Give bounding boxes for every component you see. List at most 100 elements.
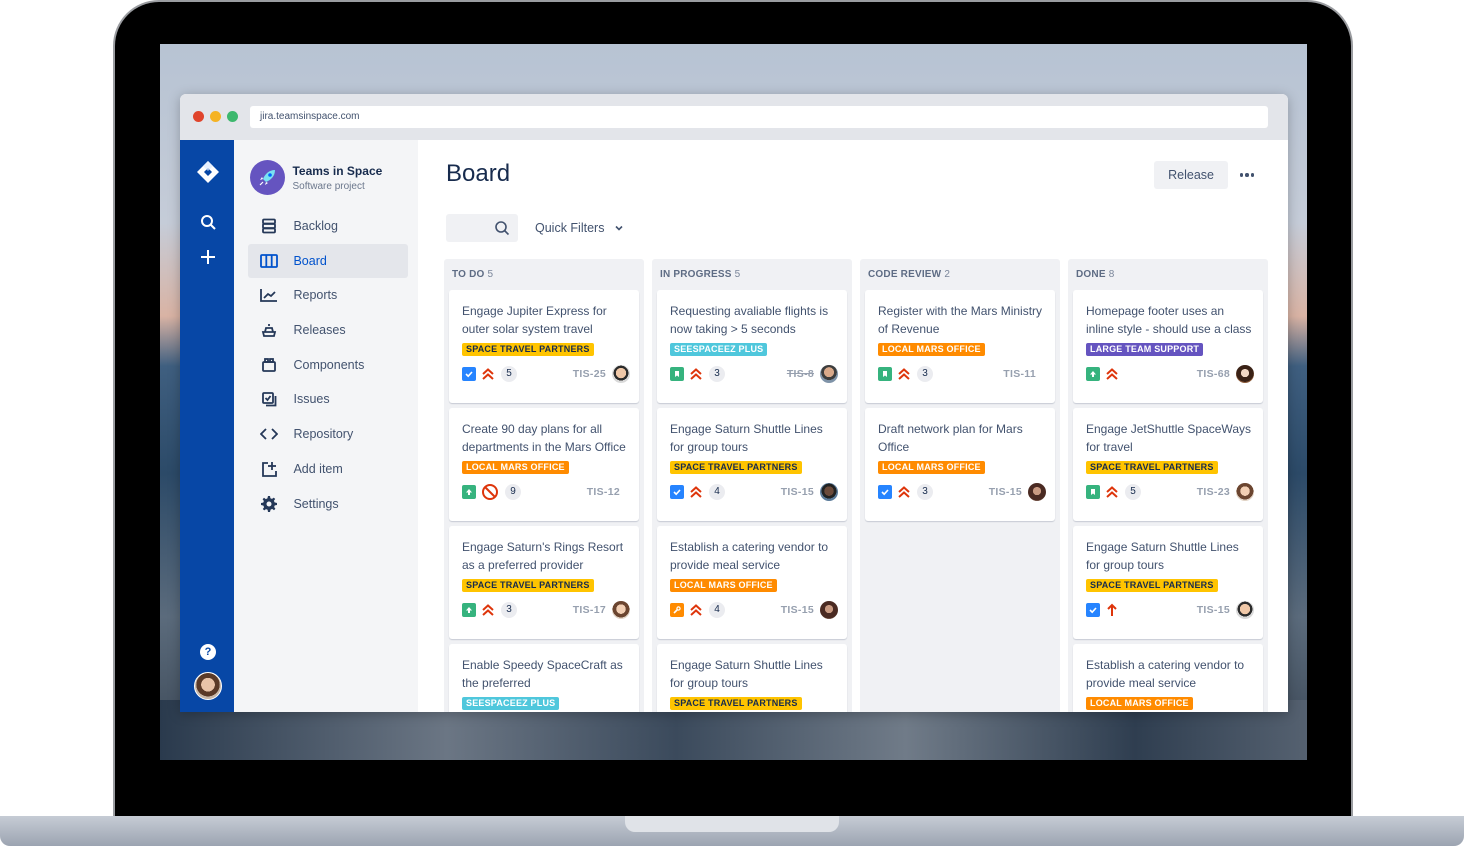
release-button[interactable]: Release [1154,161,1228,189]
issue-card[interactable]: Establish a catering vendor to provide m… [1073,644,1263,712]
project-header[interactable]: Teams in Space Software project [250,160,408,195]
card-footer: 4 TIS-15 [670,483,838,501]
priority-highest-icon [898,368,910,380]
assignee-avatar[interactable] [1236,365,1254,383]
board-main: Board Release Quick Filters TO DO 5 Enga… [418,140,1288,712]
board-column-code-review: CODE REVIEW 2 Register with the Mars Min… [860,259,1060,712]
card-footer: TIS-15 [1086,601,1254,619]
improvement-icon [462,603,476,617]
issue-key[interactable]: TIS-15 [781,604,814,616]
assignee-avatar[interactable] [612,365,630,383]
sidebar-item-board[interactable]: Board [248,243,408,278]
issue-card[interactable]: Engage Saturn Shuttle Lines for group to… [657,408,847,521]
sidebar-item-issues[interactable]: Issues [248,382,408,416]
project-sidebar: Teams in Space Software project Backlog … [234,140,418,712]
card-title: Requesting avaliable flights is now taki… [670,304,829,336]
issue-key[interactable]: TIS-68 [1197,368,1230,380]
story-icon [670,367,684,381]
issue-card[interactable]: Requesting avaliable flights is now taki… [657,290,847,403]
sidebar-item-add-item[interactable]: Add item [248,452,408,486]
jira-app: ? Teams in Space Software project Backlo… [180,140,1288,712]
priority-blocker-icon [482,484,498,500]
issue-key[interactable]: TIS-15 [989,486,1022,498]
priority-highest-icon [690,604,702,616]
issue-card[interactable]: Engage Saturn Shuttle Lines for group to… [1073,526,1263,639]
issue-card[interactable]: Engage Saturn's Rings Resort as a prefer… [449,526,639,639]
board-column-to-do: TO DO 5 Engage Jupiter Express for outer… [444,259,644,712]
card-footer: TIS-68 [1086,365,1254,383]
issue-key[interactable]: TIS-15 [781,486,814,498]
assignee-avatar[interactable] [820,483,838,501]
help-icon[interactable]: ? [200,644,216,660]
search-icon[interactable] [494,220,510,236]
assignee-avatar[interactable] [820,365,838,383]
issue-card[interactable]: Engage Jupiter Express for outer solar s… [449,290,639,403]
sidebar-item-components[interactable]: Components [248,348,408,382]
issue-key[interactable]: TIS-8 [787,368,814,380]
issue-card[interactable]: Enable Speedy SpaceCraft as the preferre… [449,644,639,712]
column-header: CODE REVIEW 2 [865,259,1055,290]
epic-label: SPACE TRAVEL PARTNERS [1086,461,1218,474]
column-title: CODE REVIEW [868,269,942,280]
quick-filters-label: Quick Filters [535,221,605,235]
issue-card[interactable]: Register with the Mars Ministry of Reven… [865,290,1055,403]
column-header: TO DO 5 [449,259,639,290]
board-icon [260,252,279,270]
quick-filters-dropdown[interactable]: Quick Filters [535,221,624,235]
priority-highest-icon [482,604,494,616]
more-icon[interactable] [1236,164,1258,186]
sidebar-item-backlog[interactable]: Backlog [248,209,408,243]
issue-card[interactable]: Draft network plan for Mars Office LOCAL… [865,408,1055,521]
assignee-avatar[interactable] [820,601,838,619]
wrench-icon [670,603,684,617]
story-points-badge: 4 [709,484,725,500]
assignee-avatar[interactable] [1236,601,1254,619]
story-points-badge: 4 [709,602,725,618]
maximize-window-button[interactable] [227,111,238,122]
plus-icon[interactable] [198,247,218,267]
search-icon[interactable] [198,212,218,232]
sidebar-item-releases[interactable]: Releases [248,313,408,347]
card-title: Establish a catering vendor to provide m… [1086,658,1245,690]
sidebar-item-reports[interactable]: Reports [248,278,408,312]
sidebar-item-settings[interactable]: Settings [248,487,408,521]
issue-card[interactable]: Engage Saturn Shuttle Lines for group to… [657,644,847,712]
column-title: IN PROGRESS [660,269,732,280]
assignee-avatar[interactable] [612,601,630,619]
card-footer: 5 TIS-23 [1086,483,1254,501]
story-points-badge: 5 [501,366,517,382]
story-icon [878,367,892,381]
close-window-button[interactable] [193,111,204,122]
assignee-avatar[interactable] [1236,483,1254,501]
sidebar-item-label: Settings [293,496,339,511]
address-bar[interactable]: jira.teamsinspace.com [250,106,1268,128]
sidebar-item-repository[interactable]: Repository [248,417,408,451]
issue-key[interactable]: TIS-12 [587,486,620,498]
epic-label: LOCAL MARS OFFICE [878,461,985,474]
minimize-window-button[interactable] [210,111,221,122]
card-footer: 4 TIS-15 [670,601,838,619]
jira-logo-icon[interactable] [196,160,220,184]
task-icon [462,367,476,381]
story-points-badge: 3 [917,366,933,382]
reports-icon [260,286,278,304]
card-title: Engage JetShuttle SpaceWays for travel [1086,422,1251,454]
issue-card[interactable]: Establish a catering vendor to provide m… [657,526,847,639]
story-icon [1086,485,1100,499]
issue-card[interactable]: Engage JetShuttle SpaceWays for travel S… [1073,408,1263,521]
issue-key[interactable]: TIS-11 [1003,368,1036,380]
board-search-input[interactable] [446,214,496,242]
assignee-avatar[interactable] [1028,483,1046,501]
priority-highest-icon [1106,368,1118,380]
user-avatar[interactable] [194,672,222,700]
issue-card[interactable]: Create 90 day plans for all departments … [449,408,639,521]
issue-key[interactable]: TIS-17 [573,604,606,616]
card-title: Create 90 day plans for all departments … [462,422,626,454]
column-header: IN PROGRESS 5 [657,259,847,290]
issue-card[interactable]: Homepage footer uses an inline style - s… [1073,290,1263,403]
issue-key[interactable]: TIS-25 [573,368,606,380]
issue-key[interactable]: TIS-23 [1197,486,1230,498]
card-title: Engage Saturn Shuttle Lines for group to… [670,658,823,690]
issue-key[interactable]: TIS-15 [1197,604,1230,616]
column-title: DONE [1076,269,1106,280]
